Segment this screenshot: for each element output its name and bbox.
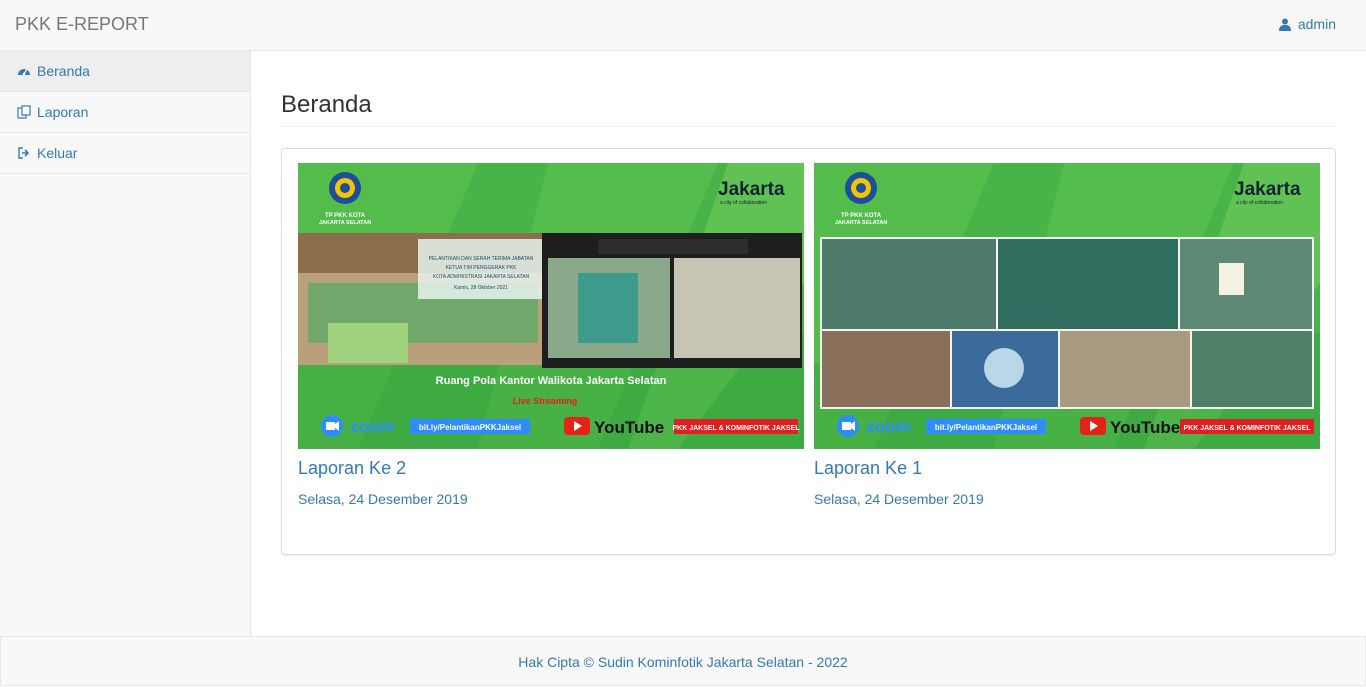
sidebar-item-label: Keluar — [37, 145, 78, 161]
user-icon — [1278, 18, 1291, 31]
user-name: admin — [1297, 16, 1336, 32]
report-card: TP PKK KOTA JAKARTA SELATAN Jakarta a ci… — [298, 163, 804, 507]
svg-text:KETUA TIM PENGGERAK PKK: KETUA TIM PENGGERAK PKK — [446, 265, 517, 271]
sidebar-item-label: Beranda — [37, 63, 90, 79]
reports-panel: TP PKK KOTA JAKARTA SELATAN Jakarta a ci… — [281, 148, 1336, 555]
report-card: TP PKK KOTA JAKARTA SELATAN Jakarta a ci… — [814, 163, 1320, 507]
svg-text:YouTube: YouTube — [1110, 418, 1180, 437]
user-menu[interactable]: admin — [1278, 16, 1336, 32]
stream-text: Live Streaming — [513, 396, 578, 406]
svg-text:bit.ly/PelantikanPKKJaksel: bit.ly/PelantikanPKKJaksel — [935, 423, 1037, 432]
venue-text: Ruang Pola Kantor Walikota Jakarta Selat… — [436, 375, 667, 387]
sign-out-icon — [17, 146, 31, 160]
copyright-text: Hak Cipta © Sudin Kominfotik Jakarta Sel… — [518, 654, 848, 670]
page-title: Beranda — [281, 91, 372, 118]
svg-text:YouTube: YouTube — [594, 418, 664, 437]
report-title-link[interactable]: Laporan Ke 2 — [298, 458, 804, 479]
svg-text:bit.ly/PelantikanPKKJaksel: bit.ly/PelantikanPKKJaksel — [419, 423, 521, 432]
svg-text:zoom: zoom — [350, 417, 394, 436]
sidebar-item-label: Laporan — [37, 104, 89, 120]
title-divider — [281, 126, 1336, 127]
svg-text:PKK JAKSEL & KOMINFOTIK JAKSEL: PKK JAKSEL & KOMINFOTIK JAKSEL — [1183, 425, 1311, 432]
jakarta-brand-text: Jakarta — [718, 179, 785, 200]
app-brand[interactable]: PKK E-REPORT — [15, 14, 149, 35]
copy-icon — [17, 105, 31, 119]
jakarta-tagline-text: a city of collaboration — [720, 200, 767, 206]
report-thumbnail[interactable]: TP PKK KOTA JAKARTA SELATAN Jakarta a ci… — [814, 163, 1320, 449]
report-date: Selasa, 24 Desember 2019 — [814, 491, 984, 507]
sidebar-item-beranda[interactable]: Beranda — [0, 51, 250, 92]
report-thumbnail[interactable]: TP PKK KOTA JAKARTA SELATAN Jakarta a ci… — [298, 163, 804, 449]
sidebar-item-laporan[interactable]: Laporan — [0, 92, 250, 133]
report-title-link[interactable]: Laporan Ke 1 — [814, 458, 1320, 479]
org-bottom-text: JAKARTA SELATAN — [319, 220, 371, 226]
top-navbar: PKK E-REPORT admin — [0, 0, 1366, 51]
sidebar-item-keluar[interactable]: Keluar — [0, 133, 250, 174]
svg-text:PKK JAKSEL & KOMINFOTIK JAKSEL: PKK JAKSEL & KOMINFOTIK JAKSEL — [672, 425, 800, 432]
footer: Hak Cipta © Sudin Kominfotik Jakarta Sel… — [0, 636, 1366, 686]
dashboard-icon — [17, 64, 31, 78]
svg-text:a city of collaboration: a city of collaboration — [1236, 200, 1283, 206]
svg-text:JAKARTA SELATAN: JAKARTA SELATAN — [835, 220, 887, 226]
svg-text:Jakarta: Jakarta — [1234, 179, 1301, 200]
svg-text:KOTA ADMINISTRASI JAKARTA SELA: KOTA ADMINISTRASI JAKARTA SELATAN — [433, 274, 530, 280]
report-date: Selasa, 24 Desember 2019 — [298, 491, 468, 507]
svg-text:PELANTIKAN DAN SERAH TERIMA JA: PELANTIKAN DAN SERAH TERIMA JABATAN — [429, 256, 534, 262]
svg-text:TP PKK KOTA: TP PKK KOTA — [841, 213, 882, 219]
sidebar: Beranda Laporan Keluar — [0, 51, 251, 636]
svg-text:zoom: zoom — [866, 417, 910, 436]
org-top-text: TP PKK KOTA — [325, 213, 366, 219]
svg-text:Kamis, 28 Oktober 2021: Kamis, 28 Oktober 2021 — [454, 285, 508, 291]
main-content: Beranda TP PKK KOTA JAKARTA SELATAN Jaka… — [251, 51, 1366, 636]
